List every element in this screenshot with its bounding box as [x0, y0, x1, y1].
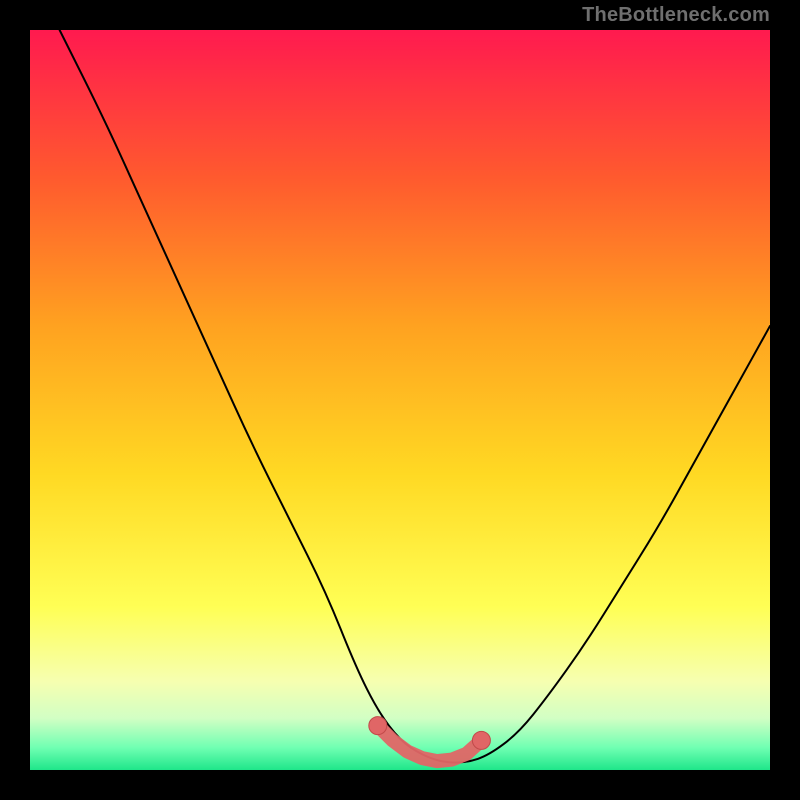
chart-stage: TheBottleneck.com [0, 0, 800, 800]
chart-svg [30, 30, 770, 770]
bottleneck-curve [60, 30, 770, 763]
watermark-text: TheBottleneck.com [582, 4, 770, 27]
plot-area [30, 30, 770, 770]
